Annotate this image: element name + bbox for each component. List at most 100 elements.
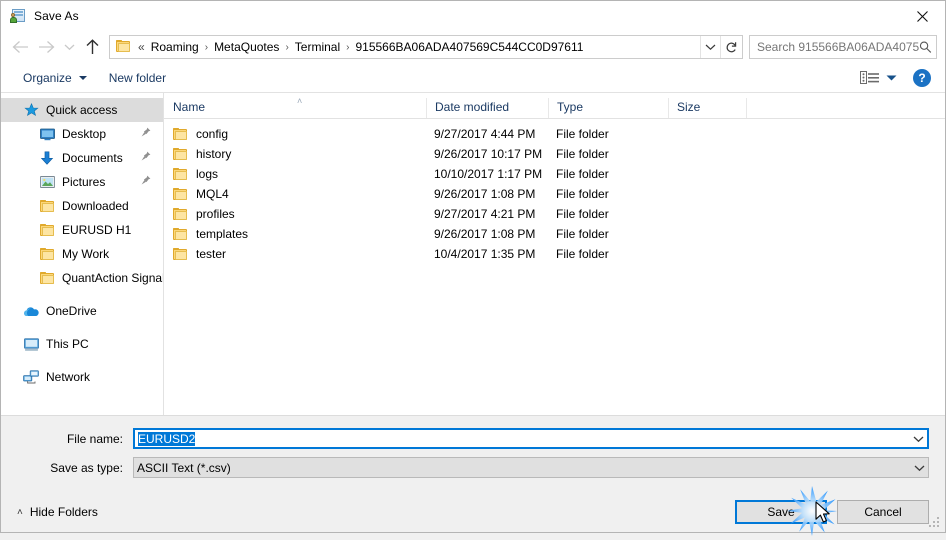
pin-icon (141, 175, 151, 189)
sidebar-item-my-work[interactable]: My Work (1, 242, 163, 266)
file-name-value[interactable]: EURUSD2 (135, 431, 910, 446)
view-layout-icon (860, 70, 879, 84)
folder-icon (173, 147, 188, 161)
table-row[interactable]: tester 10/4/2017 1:35 PM File folder (164, 244, 945, 264)
breadcrumb-item-2[interactable]: Terminal (291, 38, 344, 56)
breadcrumb-sep-0[interactable]: › (203, 40, 210, 55)
file-name-cell: MQL4 (164, 187, 426, 201)
file-name: history (196, 147, 232, 161)
new-folder-button[interactable]: New folder (101, 68, 174, 88)
action-buttons: Save Cancel (725, 500, 929, 524)
view-options-button[interactable] (860, 70, 880, 86)
sidebar-item-this-pc[interactable]: This PC (1, 332, 163, 356)
sidebar-item-pictures[interactable]: Pictures (1, 170, 163, 194)
star-icon (23, 102, 39, 118)
hide-folders-button[interactable]: ˄ Hide Folders (11, 505, 98, 519)
folder-icon (39, 270, 55, 286)
cancel-button[interactable]: Cancel (837, 500, 929, 524)
pin-icon (141, 151, 151, 165)
recent-locations-button[interactable] (59, 34, 79, 60)
breadcrumb-item-1[interactable]: MetaQuotes (210, 38, 283, 56)
back-button[interactable] (7, 34, 33, 60)
refresh-button[interactable] (720, 36, 742, 58)
file-type: File folder (556, 167, 609, 181)
breadcrumb-overflow[interactable]: « (136, 38, 147, 56)
column-label: Date modified (435, 100, 510, 114)
documents-icon (39, 150, 55, 166)
sidebar-item-quick-access[interactable]: Quick access (1, 98, 163, 122)
file-type: File folder (556, 227, 609, 241)
view-dropdown-button[interactable] (886, 74, 897, 82)
chevron-down-icon (886, 75, 897, 80)
sidebar-item-quantaction-signal[interactable]: QuantAction Signal (1, 266, 163, 290)
breadcrumb-sep-2[interactable]: › (344, 40, 351, 55)
save-as-type-label: Save as type: (50, 460, 123, 475)
column-header-name[interactable]: Name ˄ (164, 96, 426, 118)
table-row[interactable]: config 9/27/2017 4:44 PM File folder (164, 124, 945, 144)
file-date: 9/27/2017 4:44 PM (434, 127, 536, 141)
column-header-extra[interactable] (746, 98, 936, 118)
forward-button[interactable] (33, 34, 59, 60)
save-button[interactable]: Save (735, 500, 827, 524)
breadcrumb-item-0[interactable]: Roaming (147, 38, 203, 56)
column-header-date-modified[interactable]: Date modified (426, 98, 548, 118)
navigation-bar: « Roaming › MetaQuotes › Terminal › 9155… (1, 31, 945, 63)
save-as-type-dropdown-button[interactable] (911, 464, 928, 472)
folder-icon (39, 246, 55, 262)
organize-label: Organize (23, 70, 72, 85)
help-button[interactable]: ? (913, 68, 931, 87)
file-list-pane: Name ˄ Date modified Type Size config 9/… (164, 93, 945, 415)
pictures-icon (39, 174, 55, 190)
folder-icon (173, 207, 188, 221)
command-bar-right: ? (860, 68, 935, 87)
table-row[interactable]: history 9/26/2017 10:17 PM File folder (164, 144, 945, 164)
table-row[interactable]: templates 9/26/2017 1:08 PM File folder (164, 224, 945, 244)
sidebar-item-label: Network (46, 370, 91, 384)
dialog-body: Quick access Desktop Documents Pictures … (1, 93, 945, 415)
sidebar-item-documents[interactable]: Documents (1, 146, 163, 170)
column-label: Name (173, 100, 206, 114)
breadcrumb-sep-1[interactable]: › (283, 40, 290, 55)
sidebar-item-desktop[interactable]: Desktop (1, 122, 163, 146)
search-box[interactable]: Search 915566BA06ADA40756... (749, 35, 937, 59)
file-name-label: File name: (66, 431, 123, 446)
column-header-size[interactable]: Size (668, 98, 746, 118)
search-input[interactable]: Search 915566BA06ADA40756... (757, 40, 919, 54)
sort-ascending-icon: ˄ (297, 96, 303, 106)
file-type: File folder (556, 247, 609, 261)
sidebar-item-downloaded[interactable]: Downloaded (1, 194, 163, 218)
file-name-dropdown-button[interactable] (910, 435, 927, 443)
cancel-label: Cancel (864, 505, 902, 519)
table-row[interactable]: profiles 9/27/2017 4:21 PM File folder (164, 204, 945, 224)
up-button[interactable] (79, 34, 105, 60)
column-header-type[interactable]: Type (548, 98, 668, 118)
sidebar-item-label: OneDrive (46, 304, 97, 318)
address-bar[interactable]: « Roaming › MetaQuotes › Terminal › 9155… (109, 35, 743, 59)
chevron-down-icon (64, 44, 74, 51)
sidebar-item-label: Pictures (62, 175, 106, 189)
table-row[interactable]: logs 10/10/2017 1:17 PM File folder (164, 164, 945, 184)
sidebar-item-eurusd-h1[interactable]: EURUSD H1 (1, 218, 163, 242)
table-row[interactable]: MQL4 9/26/2017 1:08 PM File folder (164, 184, 945, 204)
file-name-input[interactable]: EURUSD2 (133, 428, 929, 449)
onedrive-icon (23, 303, 39, 319)
thispc-icon (23, 336, 39, 352)
folder-icon (39, 198, 55, 214)
save-label: Save (767, 505, 795, 519)
file-date: 10/4/2017 1:35 PM (434, 247, 536, 261)
save-as-type-select[interactable]: ASCII Text (*.csv) (133, 457, 929, 478)
organize-button[interactable]: Organize (15, 68, 95, 88)
sidebar-item-onedrive[interactable]: OneDrive (1, 299, 163, 323)
column-label: Type (557, 100, 584, 114)
close-button[interactable] (899, 1, 945, 31)
navigation-pane: Quick access Desktop Documents Pictures … (1, 93, 164, 415)
breadcrumb-item-3[interactable]: 915566BA06ADA407569C544CC0D97611 (351, 38, 587, 56)
address-dropdown-button[interactable] (700, 36, 720, 58)
file-type: File folder (556, 127, 609, 141)
arrow-left-icon (12, 41, 28, 53)
file-type: File folder (556, 207, 609, 221)
sidebar-item-network[interactable]: Network (1, 365, 163, 389)
resize-grip[interactable] (929, 517, 941, 529)
chevron-down-icon (705, 44, 716, 51)
